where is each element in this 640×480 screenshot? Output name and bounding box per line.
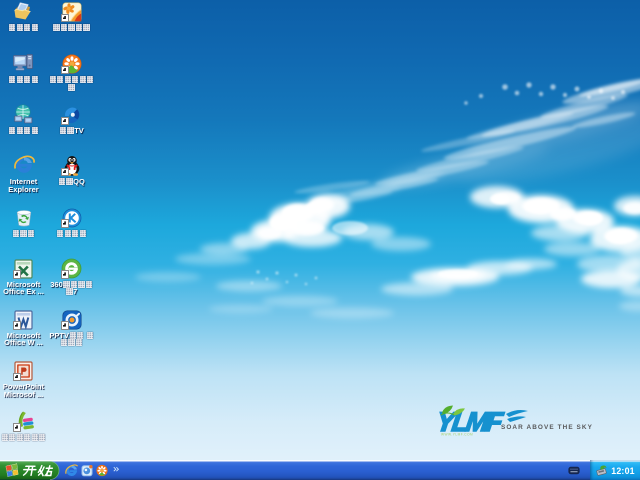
svg-text:SOAR ABOVE THE SKY: SOAR ABOVE THE SKY (501, 424, 593, 431)
svg-text:WWW.YLMF.COM: WWW.YLMF.COM (441, 433, 473, 437)
